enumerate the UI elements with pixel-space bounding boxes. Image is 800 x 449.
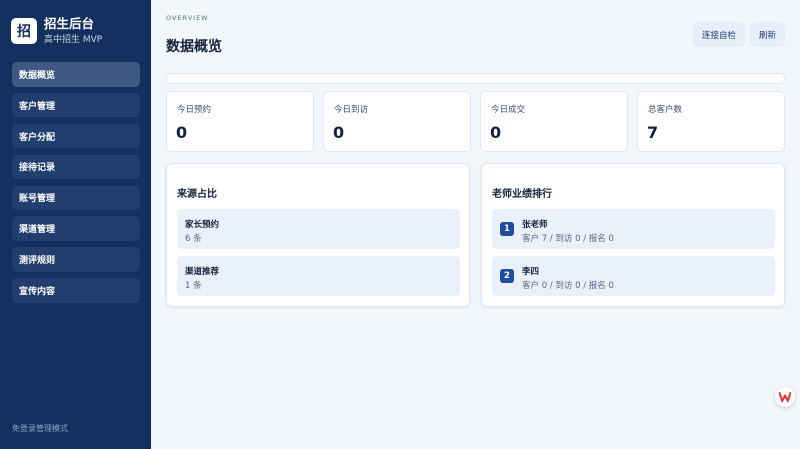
- teacher-stats: 客户 7 / 到访 0 / 报名 0: [522, 234, 614, 244]
- source-share-panel: 来源占比 家长预约 6 条 渠道推荐 1 条: [166, 163, 470, 307]
- stat-card-total-customers: 总客户数 7: [637, 91, 785, 152]
- sidebar-item-assignment[interactable]: 客户分配: [12, 123, 140, 149]
- source-name: 渠道推荐: [185, 267, 220, 277]
- source-count: 1 条: [185, 281, 202, 291]
- wps-logo-icon[interactable]: [775, 387, 795, 407]
- sidebar-footer: 免登录管理模式: [12, 424, 68, 433]
- stat-card-today-appointments: 今日预约 0: [166, 91, 314, 152]
- stat-value: 7: [647, 123, 659, 142]
- stat-value: 0: [490, 123, 502, 142]
- sidebar-item-assessment-rules[interactable]: 测评规则: [12, 247, 140, 272]
- teacher-name: 李四: [522, 267, 540, 277]
- sidebar-item-accounts[interactable]: 账号管理: [12, 185, 140, 211]
- app-title: 招生后台: [44, 16, 95, 31]
- sidebar: 招 招生后台 高中招生 MVP 数据概览 客户管理 客户分配 接待记录 账号管理…: [0, 0, 151, 449]
- stat-label: 今日到访: [334, 105, 369, 115]
- connection-check-button[interactable]: 连接自检: [693, 22, 745, 47]
- stat-label: 今日成交: [491, 105, 526, 115]
- rank-badge: 1: [500, 222, 514, 236]
- panel-title: 来源占比: [177, 189, 217, 200]
- sidebar-item-customers[interactable]: 客户管理: [12, 92, 140, 118]
- main-content: OVERVIEW 数据概览 连接自检 刷新 今日预约 0 今日到访 0 今日成交…: [151, 0, 800, 449]
- teacher-name: 张老师: [522, 220, 548, 230]
- sidebar-item-channels[interactable]: 渠道管理: [12, 216, 140, 241]
- sidebar-nav: 数据概览 客户管理 客户分配 接待记录 账号管理 渠道管理 测评规则 宣传内容: [12, 62, 140, 309]
- list-item: 2 李四 客户 0 / 到访 0 / 报名 0: [492, 256, 775, 296]
- list-item: 家长预约 6 条: [177, 209, 460, 249]
- page-title: 数据概览: [166, 39, 222, 55]
- sidebar-item-promotion[interactable]: 宣传内容: [12, 278, 140, 303]
- stat-label: 总客户数: [648, 105, 683, 115]
- brand: 招 招生后台 高中招生 MVP: [11, 16, 102, 46]
- notice-strip: [166, 73, 785, 84]
- stat-label: 今日预约: [177, 105, 212, 115]
- app-logo: 招: [11, 18, 37, 44]
- stat-value: 0: [176, 123, 188, 142]
- list-item: 渠道推荐 1 条: [177, 256, 460, 296]
- list-item: 1 张老师 客户 7 / 到访 0 / 报名 0: [492, 209, 775, 249]
- refresh-button[interactable]: 刷新: [750, 22, 785, 47]
- sidebar-item-reception-records[interactable]: 接待记录: [12, 154, 140, 180]
- page-eyebrow: OVERVIEW: [166, 14, 209, 22]
- stat-card-today-visits: 今日到访 0: [323, 91, 471, 152]
- stat-value: 0: [333, 123, 345, 142]
- sidebar-item-overview[interactable]: 数据概览: [12, 62, 140, 87]
- stat-card-today-deals: 今日成交 0: [480, 91, 628, 152]
- source-count: 6 条: [185, 234, 202, 244]
- teacher-stats: 客户 0 / 到访 0 / 报名 0: [522, 281, 614, 291]
- wps-logo-glyph: [779, 392, 791, 402]
- rank-badge: 2: [500, 269, 514, 283]
- app-subtitle: 高中招生 MVP: [44, 35, 103, 45]
- panel-title: 老师业绩排行: [492, 189, 552, 200]
- source-name: 家长预约: [185, 220, 220, 230]
- teacher-ranking-panel: 老师业绩排行 1 张老师 客户 7 / 到访 0 / 报名 0 2 李四 客户 …: [481, 163, 785, 307]
